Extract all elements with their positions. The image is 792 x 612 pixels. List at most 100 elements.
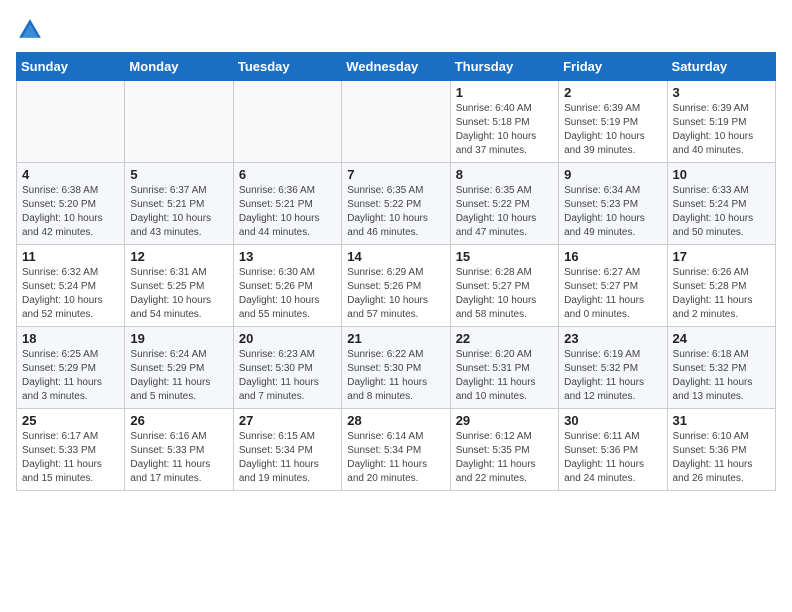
calendar-cell: 29 Sunrise: 6:12 AM Sunset: 5:35 PM Dayli…: [450, 409, 558, 491]
cell-info: Sunrise: 6:17 AM Sunset: 5:33 PM Dayligh…: [22, 430, 119, 486]
cell-info: Sunrise: 6:19 AM Sunset: 5:32 PM Dayligh…: [564, 348, 661, 404]
cell-info: Sunrise: 6:39 AM Sunset: 5:19 PM Dayligh…: [564, 102, 661, 158]
day-number: 9: [564, 167, 661, 182]
day-header-friday: Friday: [559, 53, 667, 81]
calendar-cell: [233, 81, 341, 163]
calendar-cell: 9Sunrise: 6:34 AM Sunset: 5:23 PM Daylig…: [559, 163, 667, 245]
day-number: 29: [456, 413, 553, 428]
calendar-cell: 31 Sunrise: 6:10 AM Sunset: 5:36 PM Dayli…: [667, 409, 775, 491]
day-number: 7: [347, 167, 444, 182]
calendar-cell: 19 Sunrise: 6:24 AM Sunset: 5:29 PM Dayli…: [125, 327, 233, 409]
day-header-tuesday: Tuesday: [233, 53, 341, 81]
calendar-cell: [342, 81, 450, 163]
calendar-cell: 25 Sunrise: 6:17 AM Sunset: 5:33 PM Dayli…: [17, 409, 125, 491]
calendar-cell: 11Sunrise: 6:32 AM Sunset: 5:24 PM Dayli…: [17, 245, 125, 327]
day-number: 19: [130, 331, 227, 346]
cell-info: Sunrise: 6:37 AM Sunset: 5:21 PM Dayligh…: [130, 184, 227, 240]
day-number: 30: [564, 413, 661, 428]
calendar-cell: 12Sunrise: 6:31 AM Sunset: 5:25 PM Dayli…: [125, 245, 233, 327]
calendar-cell: 17Sunrise: 6:26 AM Sunset: 5:28 PM Dayli…: [667, 245, 775, 327]
day-number: 13: [239, 249, 336, 264]
cell-info: Sunrise: 6:38 AM Sunset: 5:20 PM Dayligh…: [22, 184, 119, 240]
day-number: 23: [564, 331, 661, 346]
cell-info: Sunrise: 6:14 AM Sunset: 5:34 PM Dayligh…: [347, 430, 444, 486]
day-number: 3: [673, 85, 770, 100]
day-number: 14: [347, 249, 444, 264]
cell-info: Sunrise: 6:23 AM Sunset: 5:30 PM Dayligh…: [239, 348, 336, 404]
calendar-cell: 5 Sunrise: 6:37 AM Sunset: 5:21 PM Daylig…: [125, 163, 233, 245]
day-number: 4: [22, 167, 119, 182]
calendar-header-row: SundayMondayTuesdayWednesdayThursdayFrid…: [17, 53, 776, 81]
day-number: 6: [239, 167, 336, 182]
calendar-cell: 21 Sunrise: 6:22 AM Sunset: 5:30 PM Dayli…: [342, 327, 450, 409]
day-header-sunday: Sunday: [17, 53, 125, 81]
day-number: 8: [456, 167, 553, 182]
page-header: [16, 16, 776, 44]
calendar-cell: 15Sunrise: 6:28 AM Sunset: 5:27 PM Dayli…: [450, 245, 558, 327]
calendar-cell: [125, 81, 233, 163]
cell-info: Sunrise: 6:28 AM Sunset: 5:27 PM Dayligh…: [456, 266, 553, 322]
day-number: 18: [22, 331, 119, 346]
calendar-cell: 30 Sunrise: 6:11 AM Sunset: 5:36 PM Dayli…: [559, 409, 667, 491]
cell-info: Sunrise: 6:33 AM Sunset: 5:24 PM Dayligh…: [673, 184, 770, 240]
day-number: 17: [673, 249, 770, 264]
calendar-cell: 24 Sunrise: 6:18 AM Sunset: 5:32 PM Dayli…: [667, 327, 775, 409]
calendar-cell: 26 Sunrise: 6:16 AM Sunset: 5:33 PM Dayli…: [125, 409, 233, 491]
cell-info: Sunrise: 6:18 AM Sunset: 5:32 PM Dayligh…: [673, 348, 770, 404]
day-number: 10: [673, 167, 770, 182]
calendar-cell: 28 Sunrise: 6:14 AM Sunset: 5:34 PM Dayli…: [342, 409, 450, 491]
calendar-cell: 8 Sunrise: 6:35 AM Sunset: 5:22 PM Daylig…: [450, 163, 558, 245]
day-number: 26: [130, 413, 227, 428]
cell-info: Sunrise: 6:10 AM Sunset: 5:36 PM Dayligh…: [673, 430, 770, 486]
cell-info: Sunrise: 6:24 AM Sunset: 5:29 PM Dayligh…: [130, 348, 227, 404]
day-number: 20: [239, 331, 336, 346]
day-number: 31: [673, 413, 770, 428]
cell-info: Sunrise: 6:15 AM Sunset: 5:34 PM Dayligh…: [239, 430, 336, 486]
calendar-cell: 18 Sunrise: 6:25 AM Sunset: 5:29 PM Dayli…: [17, 327, 125, 409]
calendar-cell: 6 Sunrise: 6:36 AM Sunset: 5:21 PM Daylig…: [233, 163, 341, 245]
calendar-cell: 13 Sunrise: 6:30 AM Sunset: 5:26 PM Dayli…: [233, 245, 341, 327]
day-number: 2: [564, 85, 661, 100]
day-number: 12: [130, 249, 227, 264]
calendar-cell: 16 Sunrise: 6:27 AM Sunset: 5:27 PM Dayli…: [559, 245, 667, 327]
cell-info: Sunrise: 6:12 AM Sunset: 5:35 PM Dayligh…: [456, 430, 553, 486]
day-number: 16: [564, 249, 661, 264]
day-number: 24: [673, 331, 770, 346]
day-header-wednesday: Wednesday: [342, 53, 450, 81]
cell-info: Sunrise: 6:30 AM Sunset: 5:26 PM Dayligh…: [239, 266, 336, 322]
day-number: 5: [130, 167, 227, 182]
calendar-cell: 3 Sunrise: 6:39 AM Sunset: 5:19 PM Daylig…: [667, 81, 775, 163]
day-header-monday: Monday: [125, 53, 233, 81]
calendar-cell: 1Sunrise: 6:40 AM Sunset: 5:18 PM Daylig…: [450, 81, 558, 163]
cell-info: Sunrise: 6:29 AM Sunset: 5:26 PM Dayligh…: [347, 266, 444, 322]
cell-info: Sunrise: 6:39 AM Sunset: 5:19 PM Dayligh…: [673, 102, 770, 158]
day-number: 22: [456, 331, 553, 346]
day-number: 25: [22, 413, 119, 428]
logo: [16, 16, 48, 44]
calendar-cell: 22Sunrise: 6:20 AM Sunset: 5:31 PM Dayli…: [450, 327, 558, 409]
calendar-table: SundayMondayTuesdayWednesdayThursdayFrid…: [16, 52, 776, 491]
day-number: 21: [347, 331, 444, 346]
day-header-thursday: Thursday: [450, 53, 558, 81]
cell-info: Sunrise: 6:36 AM Sunset: 5:21 PM Dayligh…: [239, 184, 336, 240]
day-header-saturday: Saturday: [667, 53, 775, 81]
cell-info: Sunrise: 6:22 AM Sunset: 5:30 PM Dayligh…: [347, 348, 444, 404]
cell-info: Sunrise: 6:35 AM Sunset: 5:22 PM Dayligh…: [347, 184, 444, 240]
calendar-cell: 10 Sunrise: 6:33 AM Sunset: 5:24 PM Dayli…: [667, 163, 775, 245]
cell-info: Sunrise: 6:25 AM Sunset: 5:29 PM Dayligh…: [22, 348, 119, 404]
cell-info: Sunrise: 6:16 AM Sunset: 5:33 PM Dayligh…: [130, 430, 227, 486]
calendar-cell: [17, 81, 125, 163]
calendar-week-5: 25 Sunrise: 6:17 AM Sunset: 5:33 PM Dayli…: [17, 409, 776, 491]
day-number: 1: [456, 85, 553, 100]
calendar-week-3: 11Sunrise: 6:32 AM Sunset: 5:24 PM Dayli…: [17, 245, 776, 327]
cell-info: Sunrise: 6:27 AM Sunset: 5:27 PM Dayligh…: [564, 266, 661, 322]
calendar-cell: 23 Sunrise: 6:19 AM Sunset: 5:32 PM Dayli…: [559, 327, 667, 409]
cell-info: Sunrise: 6:35 AM Sunset: 5:22 PM Dayligh…: [456, 184, 553, 240]
calendar-cell: 27Sunrise: 6:15 AM Sunset: 5:34 PM Dayli…: [233, 409, 341, 491]
calendar-week-4: 18 Sunrise: 6:25 AM Sunset: 5:29 PM Dayli…: [17, 327, 776, 409]
calendar-cell: 2 Sunrise: 6:39 AM Sunset: 5:19 PM Daylig…: [559, 81, 667, 163]
calendar-week-1: 1Sunrise: 6:40 AM Sunset: 5:18 PM Daylig…: [17, 81, 776, 163]
cell-info: Sunrise: 6:11 AM Sunset: 5:36 PM Dayligh…: [564, 430, 661, 486]
day-number: 28: [347, 413, 444, 428]
logo-icon: [16, 16, 44, 44]
